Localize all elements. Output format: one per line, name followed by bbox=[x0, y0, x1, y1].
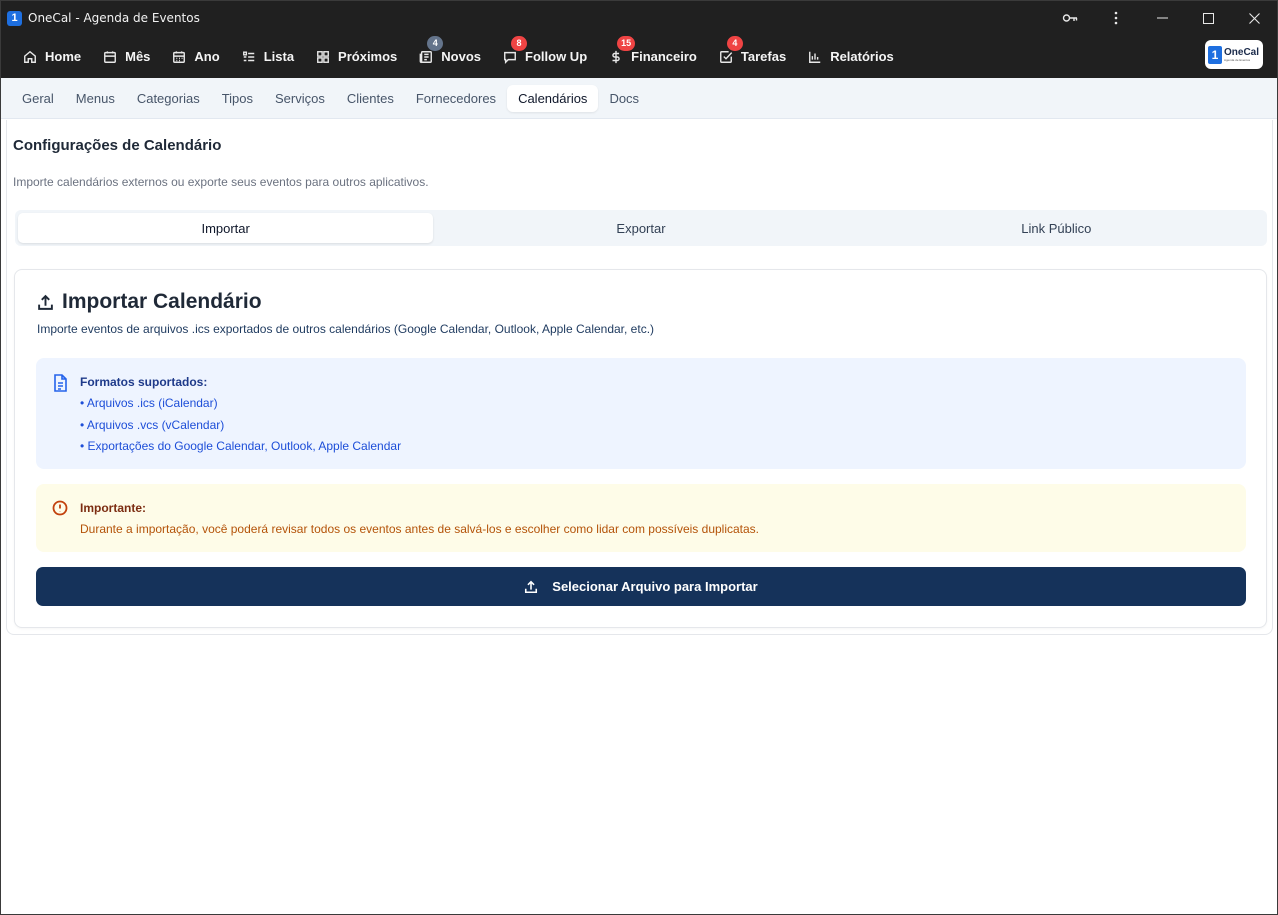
brand-mark: 1 bbox=[1208, 45, 1222, 64]
tab-importar[interactable]: Importar bbox=[18, 213, 434, 243]
dollar-icon bbox=[612, 50, 620, 63]
nav-ano[interactable]: Ano bbox=[172, 42, 220, 72]
page-title: Configurações de Calendário bbox=[13, 137, 222, 154]
calendar-grid-icon bbox=[173, 50, 186, 63]
home-icon bbox=[24, 50, 36, 63]
calendar-mode-tabs: Importar Exportar Link Público bbox=[15, 210, 1267, 246]
upload-icon bbox=[38, 294, 53, 310]
settings-tabs: Geral Menus Categorias Tipos Serviços Cl… bbox=[1, 78, 1277, 119]
app-window: 1 OneCal - Agenda de Eventos Home Mês An… bbox=[0, 0, 1278, 915]
format-item: • Exportações do Google Calendar, Outloo… bbox=[80, 439, 402, 453]
minimize-icon[interactable] bbox=[1139, 1, 1185, 35]
notice-text: Durante a importação, você poderá revisa… bbox=[80, 522, 760, 536]
nav-label: Novos bbox=[441, 49, 482, 64]
supported-formats-box: Formatos suportados: • Arquivos .ics (iC… bbox=[36, 358, 1246, 469]
newspaper-icon bbox=[419, 50, 433, 63]
nav-novos[interactable]: 4 Novos bbox=[419, 35, 482, 72]
nav-label: Relatórios bbox=[830, 49, 894, 64]
message-icon bbox=[504, 51, 516, 64]
nav-label: Home bbox=[45, 49, 82, 64]
window-title: OneCal - Agenda de Eventos bbox=[28, 11, 200, 25]
page-description: Importe calendários externos ou exporte … bbox=[13, 175, 429, 189]
follow-up-badge: 8 bbox=[511, 35, 528, 51]
calendar-icon bbox=[104, 50, 117, 63]
nav-financeiro[interactable]: 15 Financeiro bbox=[609, 35, 697, 72]
window-controls bbox=[1047, 1, 1277, 35]
tab-docs[interactable]: Docs bbox=[598, 85, 650, 112]
checkbox-icon bbox=[719, 50, 733, 63]
tab-clientes[interactable]: Clientes bbox=[336, 85, 405, 112]
nav-label: Mês bbox=[125, 49, 151, 64]
tab-servicos[interactable]: Serviços bbox=[264, 85, 336, 112]
tab-fornecedores[interactable]: Fornecedores bbox=[405, 85, 507, 112]
import-header: Importar Calendário bbox=[37, 290, 262, 314]
key-icon[interactable] bbox=[1047, 1, 1093, 35]
alert-circle-icon bbox=[52, 500, 68, 516]
list-icon bbox=[242, 50, 254, 61]
tab-geral[interactable]: Geral bbox=[11, 85, 65, 112]
import-card: Importar Calendário Importe eventos de a… bbox=[14, 269, 1267, 628]
brand-logo: 1 OneCal Agenda de Eventos bbox=[1205, 40, 1263, 69]
brand-subtitle: Agenda de Eventos bbox=[1224, 57, 1251, 62]
tab-exportar[interactable]: Exportar bbox=[433, 213, 848, 243]
tab-menus[interactable]: Menus bbox=[65, 85, 126, 112]
brand-name: OneCal bbox=[1224, 46, 1260, 58]
close-icon[interactable] bbox=[1231, 1, 1277, 35]
nav-label: Follow Up bbox=[525, 49, 588, 64]
tab-tipos[interactable]: Tipos bbox=[211, 85, 264, 112]
format-item: • Arquivos .vcs (vCalendar) bbox=[80, 418, 225, 432]
tab-calendarios[interactable]: Calendários bbox=[507, 84, 599, 112]
app-logo-icon: 1 bbox=[7, 10, 22, 26]
nav-tarefas[interactable]: 4 Tarefas bbox=[719, 35, 787, 72]
bar-chart-icon bbox=[809, 51, 821, 63]
nav-label: Lista bbox=[263, 49, 295, 64]
main-nav: Home Mês Ano Lista Próximos 4 Novos 8 Fo… bbox=[1, 35, 1277, 78]
nav-proximos[interactable]: Próximos bbox=[316, 42, 397, 72]
document-icon bbox=[54, 374, 67, 392]
nav-lista[interactable]: Lista bbox=[242, 42, 294, 72]
formats-title: Formatos suportados: bbox=[80, 375, 208, 389]
maximize-icon[interactable] bbox=[1185, 1, 1231, 35]
title-bar: 1 OneCal - Agenda de Eventos bbox=[1, 1, 1277, 35]
important-notice: Importante: Durante a importação, você p… bbox=[36, 484, 1246, 552]
format-item: • Arquivos .ics (iCalendar) bbox=[80, 396, 218, 410]
select-file-button[interactable]: Selecionar Arquivo para Importar bbox=[36, 567, 1246, 606]
import-title: Importar Calendário bbox=[62, 290, 262, 313]
nav-follow-up[interactable]: 8 Follow Up bbox=[503, 35, 588, 72]
import-description: Importe eventos de arquivos .ics exporta… bbox=[37, 322, 655, 336]
tarefas-badge: 4 bbox=[726, 35, 743, 51]
settings-content: Configurações de Calendário Importe cale… bbox=[6, 120, 1273, 635]
more-menu-icon[interactable] bbox=[1093, 1, 1139, 35]
nav-mes[interactable]: Mês bbox=[103, 42, 150, 72]
tab-link-publico[interactable]: Link Público bbox=[849, 213, 1264, 243]
nav-label: Tarefas bbox=[740, 49, 787, 64]
select-file-label: Selecionar Arquivo para Importar bbox=[552, 579, 758, 594]
layout-icon bbox=[317, 50, 329, 63]
nav-relatorios[interactable]: Relatórios bbox=[808, 42, 894, 72]
upload-icon bbox=[525, 580, 538, 593]
nav-label: Financeiro bbox=[631, 49, 697, 64]
nav-label: Próximos bbox=[338, 49, 398, 64]
tab-categorias[interactable]: Categorias bbox=[126, 85, 211, 112]
notice-title: Importante: bbox=[80, 501, 146, 515]
financeiro-badge: 15 bbox=[617, 35, 636, 51]
novos-badge: 4 bbox=[427, 35, 444, 51]
nav-home[interactable]: Home bbox=[23, 42, 81, 72]
nav-label: Ano bbox=[194, 49, 220, 64]
